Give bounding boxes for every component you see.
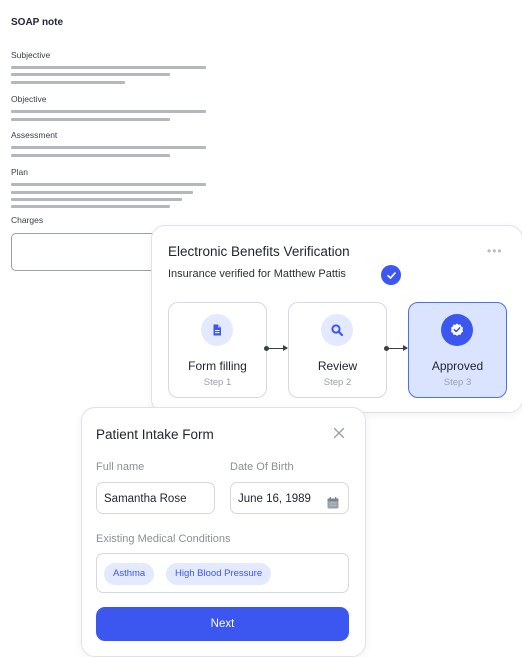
section-label-charges: Charges	[11, 215, 44, 225]
charges-input[interactable]	[11, 233, 173, 271]
dob-label: Date Of Birth	[230, 461, 294, 473]
step-number: Step 2	[323, 377, 352, 388]
text-placeholder-line	[11, 205, 170, 208]
check-badge-icon	[441, 314, 473, 346]
step-label: Approved	[431, 359, 484, 373]
close-icon[interactable]	[332, 426, 346, 440]
step-connector	[264, 345, 288, 351]
section-label-assessment: Assessment	[11, 130, 58, 140]
section-label-plan: Plan	[11, 167, 29, 177]
step-review[interactable]: Review Step 2	[288, 302, 387, 398]
text-placeholder-line	[11, 154, 170, 157]
patient-intake-form: Patient Intake Form Full name Samantha R…	[81, 407, 366, 657]
dob-input[interactable]: June 16, 1989	[230, 482, 349, 514]
soap-note-title: SOAP note	[11, 17, 64, 28]
conditions-label: Existing Medical Conditions	[96, 533, 231, 545]
dob-value: June 16, 1989	[238, 493, 311, 505]
step-label: Review	[317, 359, 358, 373]
text-placeholder-line	[11, 183, 206, 186]
text-placeholder-line	[11, 191, 193, 194]
text-placeholder-line	[11, 118, 170, 121]
section-label-subjective: Subjective	[11, 50, 51, 60]
step-approved[interactable]: Approved Step 3	[408, 302, 507, 398]
step-number: Step 3	[443, 377, 472, 388]
step-label: Form filling	[188, 359, 247, 373]
full-name-input[interactable]: Samantha Rose	[96, 482, 215, 514]
section-label-objective: Objective	[11, 94, 47, 104]
benefits-verification-card: Electronic Benefits Verification ••• Ins…	[151, 225, 522, 413]
text-placeholder-line	[11, 66, 206, 69]
step-connector	[384, 345, 408, 351]
calendar-icon[interactable]	[326, 491, 340, 509]
text-placeholder-line	[11, 110, 206, 113]
verification-status-text: Insurance verified for Matthew Pattis	[168, 268, 346, 280]
condition-chip[interactable]: High Blood Pressure	[166, 563, 272, 585]
form-title: Patient Intake Form	[96, 427, 214, 442]
step-form-filling[interactable]: Form filling Step 1	[168, 302, 267, 398]
medical-conditions-field[interactable]: Asthma High Blood Pressure	[96, 553, 349, 593]
verified-check-icon	[381, 265, 401, 285]
condition-chip[interactable]: Asthma	[104, 563, 155, 585]
text-placeholder-line	[11, 73, 170, 76]
next-button[interactable]: Next	[96, 607, 349, 641]
step-number: Step 1	[203, 377, 232, 388]
card-title: Electronic Benefits Verification	[168, 244, 350, 259]
text-placeholder-line	[11, 198, 182, 201]
search-icon	[321, 314, 353, 346]
more-options-icon[interactable]: •••	[487, 245, 503, 257]
text-placeholder-line	[11, 81, 125, 84]
document-icon	[201, 314, 233, 346]
full-name-label: Full name	[96, 461, 145, 473]
text-placeholder-line	[11, 146, 206, 149]
